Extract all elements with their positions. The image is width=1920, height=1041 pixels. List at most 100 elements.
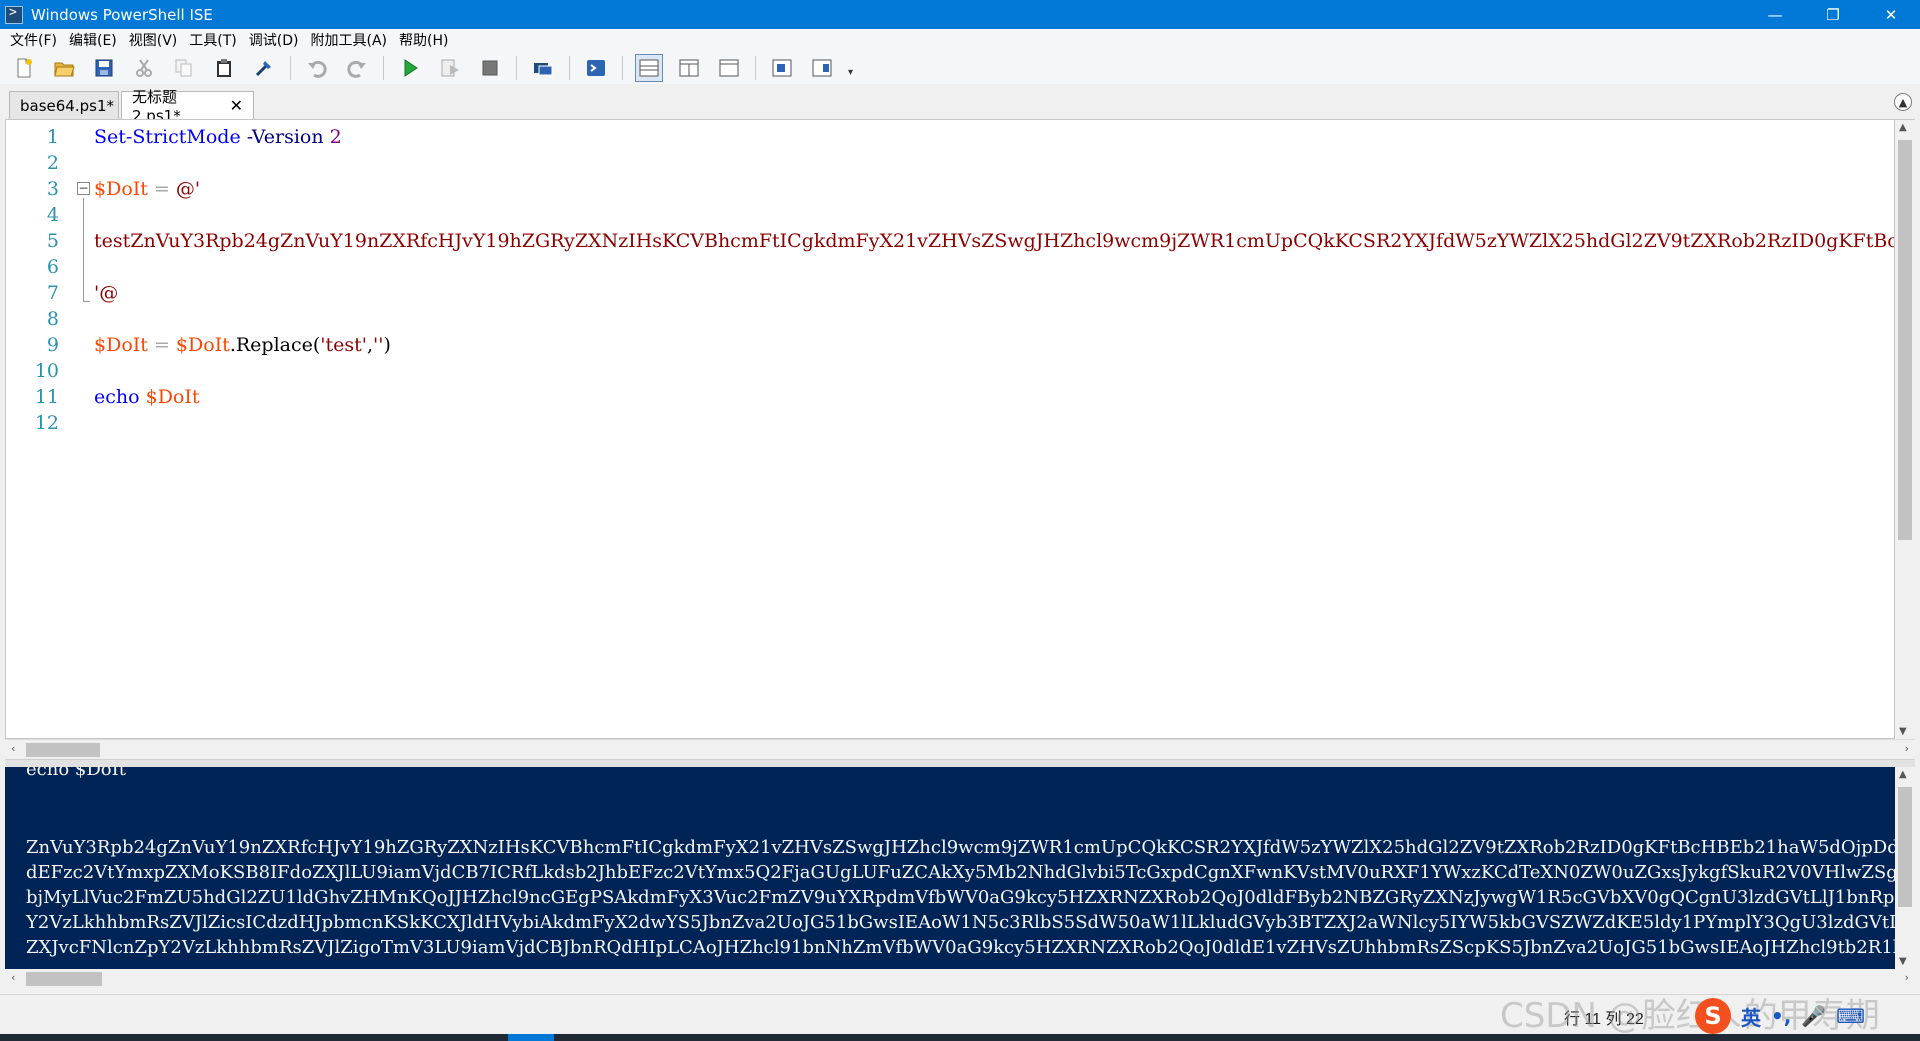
sogou-ime-icon[interactable]: S (1695, 998, 1731, 1034)
scroll-up-icon[interactable]: ▲ (1899, 769, 1907, 780)
paste-button[interactable] (210, 54, 238, 82)
save-button[interactable] (90, 54, 118, 82)
line-number: 5 (46, 230, 59, 252)
keyboard-icon[interactable]: ⌨ (1836, 1004, 1865, 1028)
toolbar-separator (622, 55, 623, 80)
stop-button[interactable] (476, 54, 504, 82)
start-powershell-button[interactable] (582, 54, 610, 82)
punctuation-icon[interactable]: •, (1771, 1004, 1791, 1028)
open-button[interactable] (50, 54, 78, 82)
fold-collapse-icon[interactable]: − (77, 182, 90, 195)
fold-guide-end (83, 301, 90, 302)
window-title: Windows PowerShell ISE (31, 5, 213, 24)
scroll-down-icon[interactable]: ▼ (1899, 956, 1907, 967)
menu-bar: 文件(F) 编辑(E) 视图(V) 工具(T) 调试(D) 附加工具(A) 帮助… (0, 29, 1920, 51)
code-text: $DoIt = $DoIt.Replace('test','') (94, 334, 391, 356)
toolbar-separator (755, 55, 756, 80)
pane-splitter[interactable] (5, 759, 1915, 767)
show-script-pane-button[interactable] (768, 54, 796, 82)
token-command: echo (94, 386, 140, 408)
code-line: 10 (6, 360, 1894, 386)
menu-view[interactable]: 视图(V) (123, 30, 184, 50)
clear-console-button[interactable] (250, 54, 278, 82)
code-line: 11 echo $DoIt (6, 386, 1894, 412)
menu-addons[interactable]: 附加工具(A) (304, 30, 393, 50)
code-line: 1 Set-StrictMode -Version 2 (6, 126, 1894, 152)
token-method: .Replace( (229, 334, 321, 356)
cut-button[interactable] (130, 54, 158, 82)
line-number: 10 (34, 360, 59, 382)
scroll-up-icon[interactable]: ▲ (1899, 122, 1907, 133)
console-vertical-scrollbar[interactable]: ▲ ▼ (1895, 767, 1915, 969)
scroll-thumb[interactable] (26, 972, 102, 986)
title-bar: Windows PowerShell ISE — ❐ ✕ (0, 0, 1920, 29)
toolbar-separator (383, 55, 384, 80)
remote-tab-icon (534, 62, 553, 75)
run-script-button[interactable] (396, 54, 424, 82)
layout-top-button[interactable] (635, 53, 663, 82)
code-text: echo $DoIt (94, 386, 200, 408)
scissors-icon (136, 58, 152, 77)
redo-icon (347, 60, 366, 78)
console-line: echo $DoIt (26, 767, 126, 780)
menu-debug[interactable]: 调试(D) (243, 30, 305, 50)
menu-help[interactable]: 帮助(H) (393, 30, 454, 50)
scroll-right-icon[interactable]: › (1905, 742, 1909, 755)
scroll-thumb[interactable] (1898, 787, 1912, 907)
token-variable: $DoIt (94, 178, 148, 200)
scroll-right-icon[interactable]: › (1905, 971, 1909, 984)
layout-right-button[interactable] (675, 54, 703, 82)
layout-max-button[interactable] (715, 54, 743, 82)
layout-maximize-icon (719, 59, 739, 76)
taskbar-active-indicator (508, 1034, 554, 1041)
scroll-down-icon[interactable]: ▼ (1899, 726, 1907, 737)
line-number: 6 (46, 256, 59, 278)
menu-edit[interactable]: 编辑(E) (63, 30, 123, 50)
toolbar-separator (569, 55, 570, 80)
code-line: 12 (6, 412, 1894, 438)
undo-button[interactable] (303, 54, 331, 82)
ime-mode[interactable]: 英 (1741, 1002, 1761, 1031)
console-pane[interactable]: echo $DoIt ZnVuY3Rpb24gZnVuY19nZXRfcHJvY… (5, 767, 1895, 969)
script-editor[interactable]: 1 Set-StrictMode -Version 2 2 3 − $DoIt … (5, 119, 1895, 739)
menu-file[interactable]: 文件(F) (4, 30, 63, 50)
tab-untitled2[interactable]: 无标题2.ps1* ✕ (121, 88, 254, 125)
stop-icon (482, 60, 498, 75)
code-line: 6 (6, 256, 1894, 282)
close-tab-icon[interactable]: ✕ (230, 96, 243, 115)
token-string: @' (175, 178, 201, 200)
console-horizontal-scrollbar[interactable]: ‹ › (5, 969, 1915, 989)
scroll-thumb[interactable] (1898, 140, 1912, 540)
run-selection-button[interactable] (436, 54, 464, 82)
close-button[interactable]: ✕ (1862, 0, 1920, 29)
toolbar-overflow-icon[interactable]: ▾ (848, 67, 853, 78)
scroll-left-icon[interactable]: ‹ (11, 742, 15, 755)
menu-tools[interactable]: 工具(T) (183, 30, 242, 50)
code-line: 3 − $DoIt = @' (6, 178, 1894, 204)
taskbar (0, 1034, 1920, 1041)
collapse-script-pane-icon[interactable]: ▲ (1894, 93, 1912, 111)
copy-button[interactable] (170, 54, 198, 82)
scroll-left-icon[interactable]: ‹ (11, 971, 15, 984)
restore-button[interactable]: ❐ (1804, 0, 1862, 29)
minimize-button[interactable]: — (1746, 0, 1804, 29)
tab-base64[interactable]: base64.ps1* (9, 91, 119, 119)
copy-icon (175, 59, 192, 76)
remote-powershell-button[interactable] (529, 54, 557, 82)
fold-guide (83, 198, 84, 302)
redo-button[interactable] (343, 54, 371, 82)
line-number: 8 (46, 308, 59, 330)
line-number: 3 (46, 178, 59, 200)
token-parameter: -Version (240, 126, 324, 148)
powershell-console-icon (587, 59, 605, 76)
editor-vertical-scrollbar[interactable]: ▲ ▼ (1895, 119, 1915, 739)
new-file-button[interactable] (10, 54, 38, 82)
code-line: 7 '@ (6, 282, 1894, 308)
microphone-icon[interactable]: 🎤 (1801, 1004, 1826, 1028)
layout-right-icon (679, 59, 699, 76)
console-line: bjMyLlVuc2FmZU5hdGl2ZU1ldGhvZHMnKQoJJHZh… (26, 887, 1895, 908)
commands-pane-icon (812, 59, 832, 76)
show-commands-button[interactable] (808, 54, 836, 82)
scroll-thumb[interactable] (26, 743, 100, 757)
editor-horizontal-scrollbar[interactable]: ‹ › (5, 739, 1915, 759)
